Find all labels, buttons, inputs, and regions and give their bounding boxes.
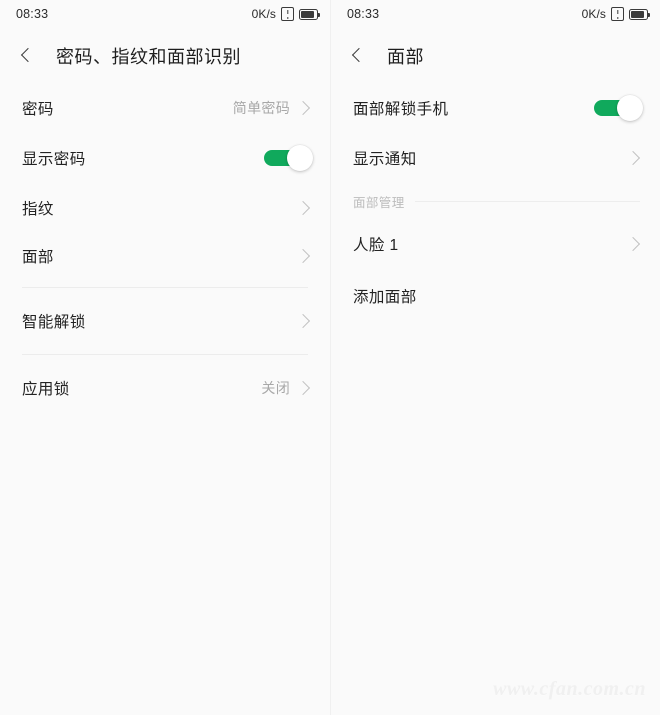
sim-warning-icon: [611, 7, 624, 21]
dual-screenshot-container: 08:33 0K/s 密码、指纹和面部识别 密码 简单密码 显示密码 指纹 面部…: [0, 0, 660, 715]
list-item-show-password[interactable]: 显示密码: [0, 132, 330, 184]
chevron-right-icon: [295, 313, 311, 329]
sim-warning-icon: [281, 7, 294, 21]
section-header-face-management: 面部管理: [331, 184, 660, 218]
row-trailing: [264, 145, 313, 171]
row-trailing: 关闭: [261, 378, 311, 398]
group-divider: [22, 354, 308, 355]
right-settings-list: 面部解锁手机 显示通知 面部管理 人脸 1 添加面部: [331, 84, 660, 322]
list-item-fingerprint[interactable]: 指纹: [0, 184, 330, 232]
status-indicators: 0K/s: [581, 7, 650, 21]
chevron-right-icon: [295, 200, 311, 216]
list-item-show-notifications[interactable]: 显示通知: [331, 132, 660, 184]
status-indicators: 0K/s: [251, 7, 320, 21]
row-value: 简单密码: [232, 100, 290, 116]
row-label: 应用锁: [22, 381, 70, 398]
page-title: 面部: [387, 47, 424, 67]
row-label: 添加面部: [353, 289, 417, 306]
toggle-knob: [287, 145, 313, 171]
status-time: 08:33: [347, 7, 380, 21]
site-watermark: www.cfan.com.cn: [493, 678, 646, 700]
row-trailing: [295, 313, 311, 329]
show-password-toggle[interactable]: [264, 145, 313, 171]
left-phone-screen: 08:33 0K/s 密码、指纹和面部识别 密码 简单密码 显示密码 指纹 面部…: [0, 0, 330, 715]
back-chevron-icon[interactable]: [16, 45, 38, 67]
left-settings-list: 密码 简单密码 显示密码 指纹 面部 智能解锁 应用锁 关闭: [0, 84, 330, 414]
list-item-smart-unlock[interactable]: 智能解锁: [0, 295, 330, 347]
list-item-add-face[interactable]: 添加面部: [331, 270, 660, 322]
face-unlock-toggle[interactable]: [594, 95, 643, 121]
list-item-face-1[interactable]: 人脸 1: [331, 218, 660, 270]
row-label: 显示通知: [353, 151, 417, 168]
row-label: 密码: [22, 101, 54, 118]
chevron-right-icon: [295, 100, 311, 116]
row-label: 智能解锁: [22, 314, 86, 331]
battery-icon: [299, 8, 320, 20]
row-trailing: [295, 200, 311, 216]
toggle-knob: [617, 95, 643, 121]
list-item-password[interactable]: 密码 简单密码: [0, 84, 330, 132]
network-speed-label: 0K/s: [251, 7, 276, 21]
page-title: 密码、指纹和面部识别: [56, 47, 241, 67]
right-phone-screen: 08:33 0K/s 面部 面部解锁手机 显示通知 面部管理 人脸 1 添加面部…: [330, 0, 660, 715]
row-trailing: [625, 236, 641, 252]
right-app-bar: 面部: [331, 28, 660, 84]
row-trailing: 简单密码: [232, 98, 311, 118]
left-app-bar: 密码、指纹和面部识别: [0, 28, 330, 84]
section-header-rule: [414, 200, 640, 202]
row-value: 关闭: [261, 380, 290, 396]
row-label: 显示密码: [22, 151, 86, 168]
back-chevron-icon[interactable]: [347, 45, 369, 67]
chevron-right-icon: [625, 150, 641, 166]
chevron-right-icon: [295, 380, 311, 396]
status-time: 08:33: [16, 7, 49, 21]
row-label: 人脸 1: [353, 237, 399, 254]
section-header-label: 面部管理: [353, 195, 405, 210]
battery-icon: [629, 8, 650, 20]
row-trailing: [295, 248, 311, 264]
row-trailing: [625, 150, 641, 166]
list-item-app-lock[interactable]: 应用锁 关闭: [0, 362, 330, 414]
right-status-bar: 08:33 0K/s: [331, 0, 660, 28]
row-trailing: [594, 95, 643, 121]
left-status-bar: 08:33 0K/s: [0, 0, 330, 28]
row-label: 面部: [22, 249, 54, 266]
chevron-right-icon: [295, 248, 311, 264]
row-label: 面部解锁手机: [353, 101, 449, 118]
chevron-right-icon: [625, 236, 641, 252]
network-speed-label: 0K/s: [581, 7, 606, 21]
row-label: 指纹: [22, 201, 54, 218]
list-item-face-unlock[interactable]: 面部解锁手机: [331, 84, 660, 132]
group-divider: [22, 287, 308, 288]
list-item-face[interactable]: 面部: [0, 232, 330, 280]
